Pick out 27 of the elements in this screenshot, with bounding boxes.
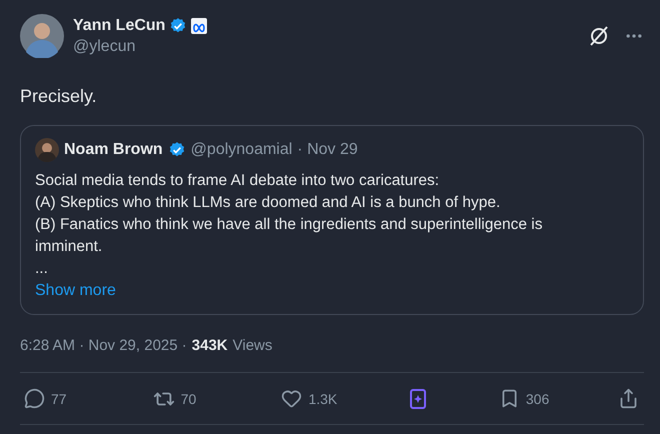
like-button[interactable]: 1.3K bbox=[281, 388, 342, 409]
quoted-author-name: Noam Brown bbox=[64, 141, 163, 159]
quoted-author-handle: @polynoamial bbox=[190, 141, 292, 159]
show-more-link[interactable]: Show more bbox=[35, 282, 116, 300]
repost-button[interactable]: 70 bbox=[152, 388, 213, 410]
quoted-avatar bbox=[35, 138, 59, 162]
reply-button[interactable]: 77 bbox=[24, 388, 84, 409]
affiliation-logo-icon bbox=[191, 18, 208, 34]
post-timestamp: 6:28 AM · Nov 29, 2025 · bbox=[20, 337, 187, 354]
sparkle-card-icon bbox=[410, 388, 426, 408]
bookmark-button[interactable]: 306 bbox=[498, 388, 550, 409]
share-icon bbox=[618, 388, 639, 409]
slashed-circle-icon[interactable] bbox=[588, 25, 610, 47]
quoted-post-text: Social media tends to frame AI debate into two caricatures: bbox=[35, 171, 440, 191]
quoted-post-card[interactable] bbox=[20, 125, 644, 315]
reply-icon bbox=[24, 388, 45, 409]
quoted-post-text: ... bbox=[35, 259, 49, 279]
views-label: Views bbox=[232, 337, 272, 354]
avatar[interactable] bbox=[20, 14, 64, 58]
post-text: Precisely. bbox=[20, 86, 98, 107]
like-icon bbox=[281, 388, 302, 409]
quoted-post-text: (B) Fanatics who think we have all the ingredients and superintelligence is imminent. bbox=[35, 215, 544, 257]
author-name[interactable]: Yann LeCun bbox=[73, 16, 166, 34]
quoted-post-date: · Nov 29 bbox=[297, 141, 358, 159]
author-handle[interactable]: @ylecun bbox=[73, 38, 579, 56]
view-count: 343K bbox=[192, 337, 228, 354]
quoted-post-text: (A) Skeptics who think LLMs are doomed and AI is a bunch of hype. bbox=[35, 193, 502, 213]
